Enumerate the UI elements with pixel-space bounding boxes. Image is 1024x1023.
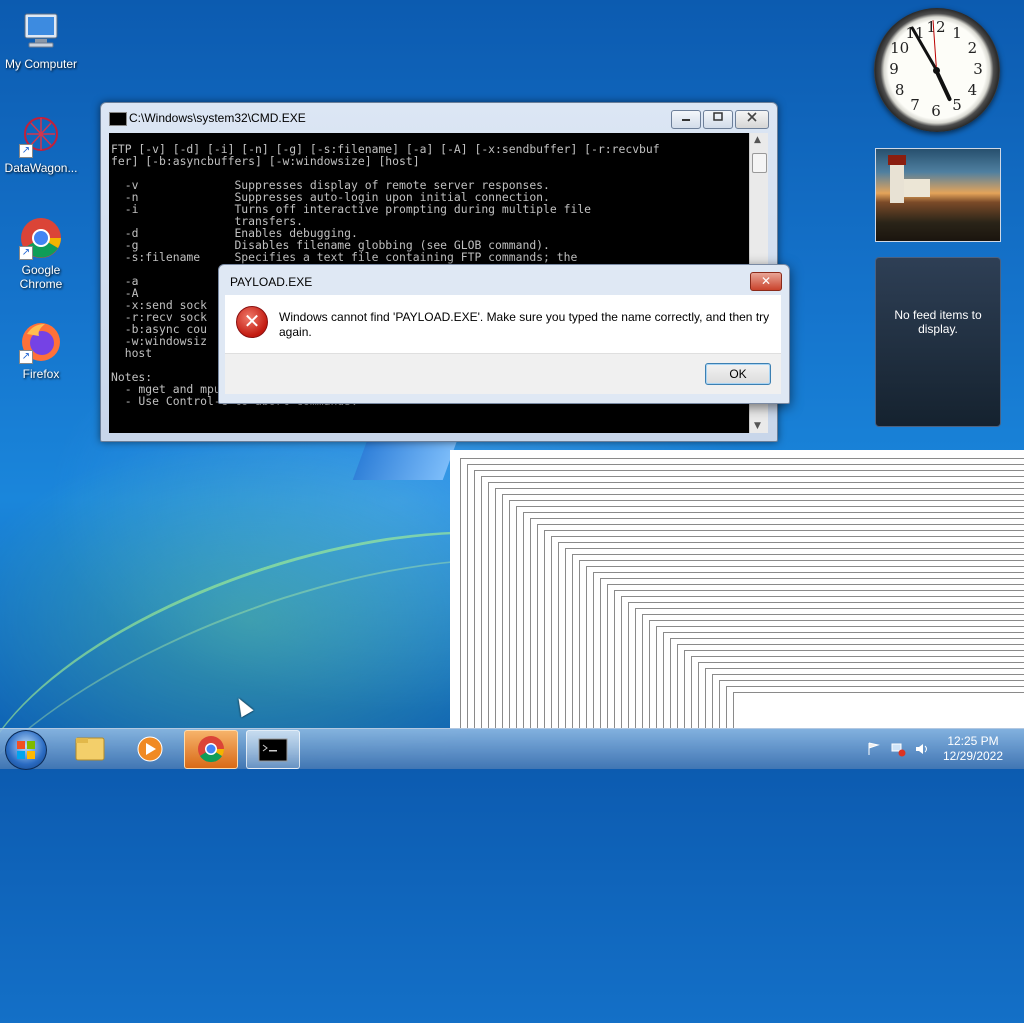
maximize-icon bbox=[713, 112, 723, 121]
minimize-icon bbox=[682, 119, 690, 121]
wallpaper-flag bbox=[352, 440, 458, 480]
desktop-icon-label: Firefox bbox=[22, 367, 60, 381]
clock-numeral: 10 bbox=[890, 39, 910, 57]
hour-hand bbox=[934, 69, 953, 102]
taskbar-chrome-button[interactable] bbox=[184, 730, 238, 769]
cmd-window-title: C:\Windows\system32\CMD.EXE bbox=[129, 111, 306, 125]
clock-numeral: 12 bbox=[926, 18, 946, 36]
cmd-icon bbox=[258, 738, 288, 762]
start-button[interactable] bbox=[5, 730, 47, 770]
dialog-close-button[interactable]: ✕ bbox=[750, 272, 782, 291]
desktop-icon-label: DataWagon... bbox=[4, 161, 78, 175]
taskbar-cmd-button[interactable] bbox=[246, 730, 300, 769]
clock-numeral: 9 bbox=[889, 60, 899, 78]
trailing-window-artifact bbox=[450, 450, 1024, 728]
clock-center bbox=[933, 67, 940, 74]
dialog-footer: OK bbox=[225, 353, 781, 394]
clock-numeral: 7 bbox=[910, 96, 920, 115]
scroll-thumb[interactable] bbox=[752, 153, 767, 173]
windows-logo-icon bbox=[17, 741, 35, 759]
chrome-icon bbox=[198, 736, 225, 763]
taskbar-explorer-button[interactable] bbox=[64, 730, 116, 767]
dialog-message: Windows cannot find 'PAYLOAD.EXE'. Make … bbox=[279, 310, 770, 339]
desktop-icon-datawagon[interactable]: ↗ DataWagon... bbox=[0, 114, 82, 175]
desktop-icon-label: Google Chrome bbox=[19, 263, 63, 291]
folder-icon bbox=[75, 737, 105, 761]
action-center-icon[interactable] bbox=[866, 741, 882, 757]
feed-message: No feed items to display. bbox=[894, 308, 982, 336]
desktop-icon-chrome[interactable]: ↗ Google Chrome bbox=[0, 216, 82, 291]
minimize-button[interactable] bbox=[671, 110, 701, 129]
lighthouse-image bbox=[888, 155, 906, 203]
scroll-up-icon[interactable]: ▲ bbox=[754, 135, 761, 145]
clock-gadget[interactable]: 121234567891011 bbox=[874, 8, 1000, 132]
clock-numeral: 3 bbox=[973, 60, 983, 78]
cmd-window-icon bbox=[109, 112, 127, 126]
lighthouse-house-image bbox=[904, 179, 930, 197]
error-icon: ✕ bbox=[236, 306, 268, 338]
taskbar-media-player-button[interactable] bbox=[124, 730, 176, 767]
ok-button[interactable]: OK bbox=[705, 363, 771, 385]
firefox-icon: ↗ bbox=[19, 320, 63, 364]
frame-outline bbox=[733, 692, 1024, 728]
taskbar: 12:25 PM 12/29/2022 bbox=[0, 728, 1024, 770]
desktop-icon-my-computer[interactable]: My Computer bbox=[0, 10, 82, 71]
volume-icon[interactable] bbox=[914, 741, 930, 757]
maximize-button[interactable] bbox=[703, 110, 733, 129]
system-clock[interactable]: 12:25 PM 12/29/2022 bbox=[940, 734, 1006, 764]
dialog-content: ✕ Windows cannot find 'PAYLOAD.EXE'. Mak… bbox=[225, 295, 781, 353]
clock-date: 12/29/2022 bbox=[942, 749, 1004, 763]
desktop-icon-firefox[interactable]: ↗ Firefox bbox=[0, 320, 82, 381]
shortcut-arrow-icon: ↗ bbox=[19, 144, 33, 158]
chrome-icon: ↗ bbox=[19, 216, 63, 260]
desktop-icon-label: My Computer bbox=[4, 57, 78, 71]
computer-icon bbox=[19, 10, 63, 54]
clock-time: 12:25 PM bbox=[947, 734, 999, 748]
dialog-title: PAYLOAD.EXE bbox=[230, 275, 313, 289]
error-dialog[interactable]: PAYLOAD.EXE ✕ ✕ Windows cannot find 'PAY… bbox=[218, 264, 790, 404]
scroll-down-icon[interactable]: ▼ bbox=[754, 421, 761, 431]
shortcut-arrow-icon: ↗ bbox=[19, 246, 33, 260]
shortcut-arrow-icon: ↗ bbox=[19, 350, 33, 364]
close-icon bbox=[747, 112, 757, 122]
feed-gadget[interactable]: No feed items to display. bbox=[875, 257, 1001, 427]
close-icon: ✕ bbox=[760, 274, 772, 288]
clock-numeral: 2 bbox=[967, 39, 978, 57]
clock-numeral: 8 bbox=[894, 81, 905, 99]
media-player-icon bbox=[137, 736, 163, 762]
datawagon-icon: ↗ bbox=[19, 114, 63, 158]
clock-numeral: 6 bbox=[931, 102, 941, 120]
close-button[interactable] bbox=[735, 110, 769, 129]
slideshow-gadget[interactable] bbox=[875, 148, 1001, 242]
network-icon[interactable] bbox=[890, 741, 906, 757]
